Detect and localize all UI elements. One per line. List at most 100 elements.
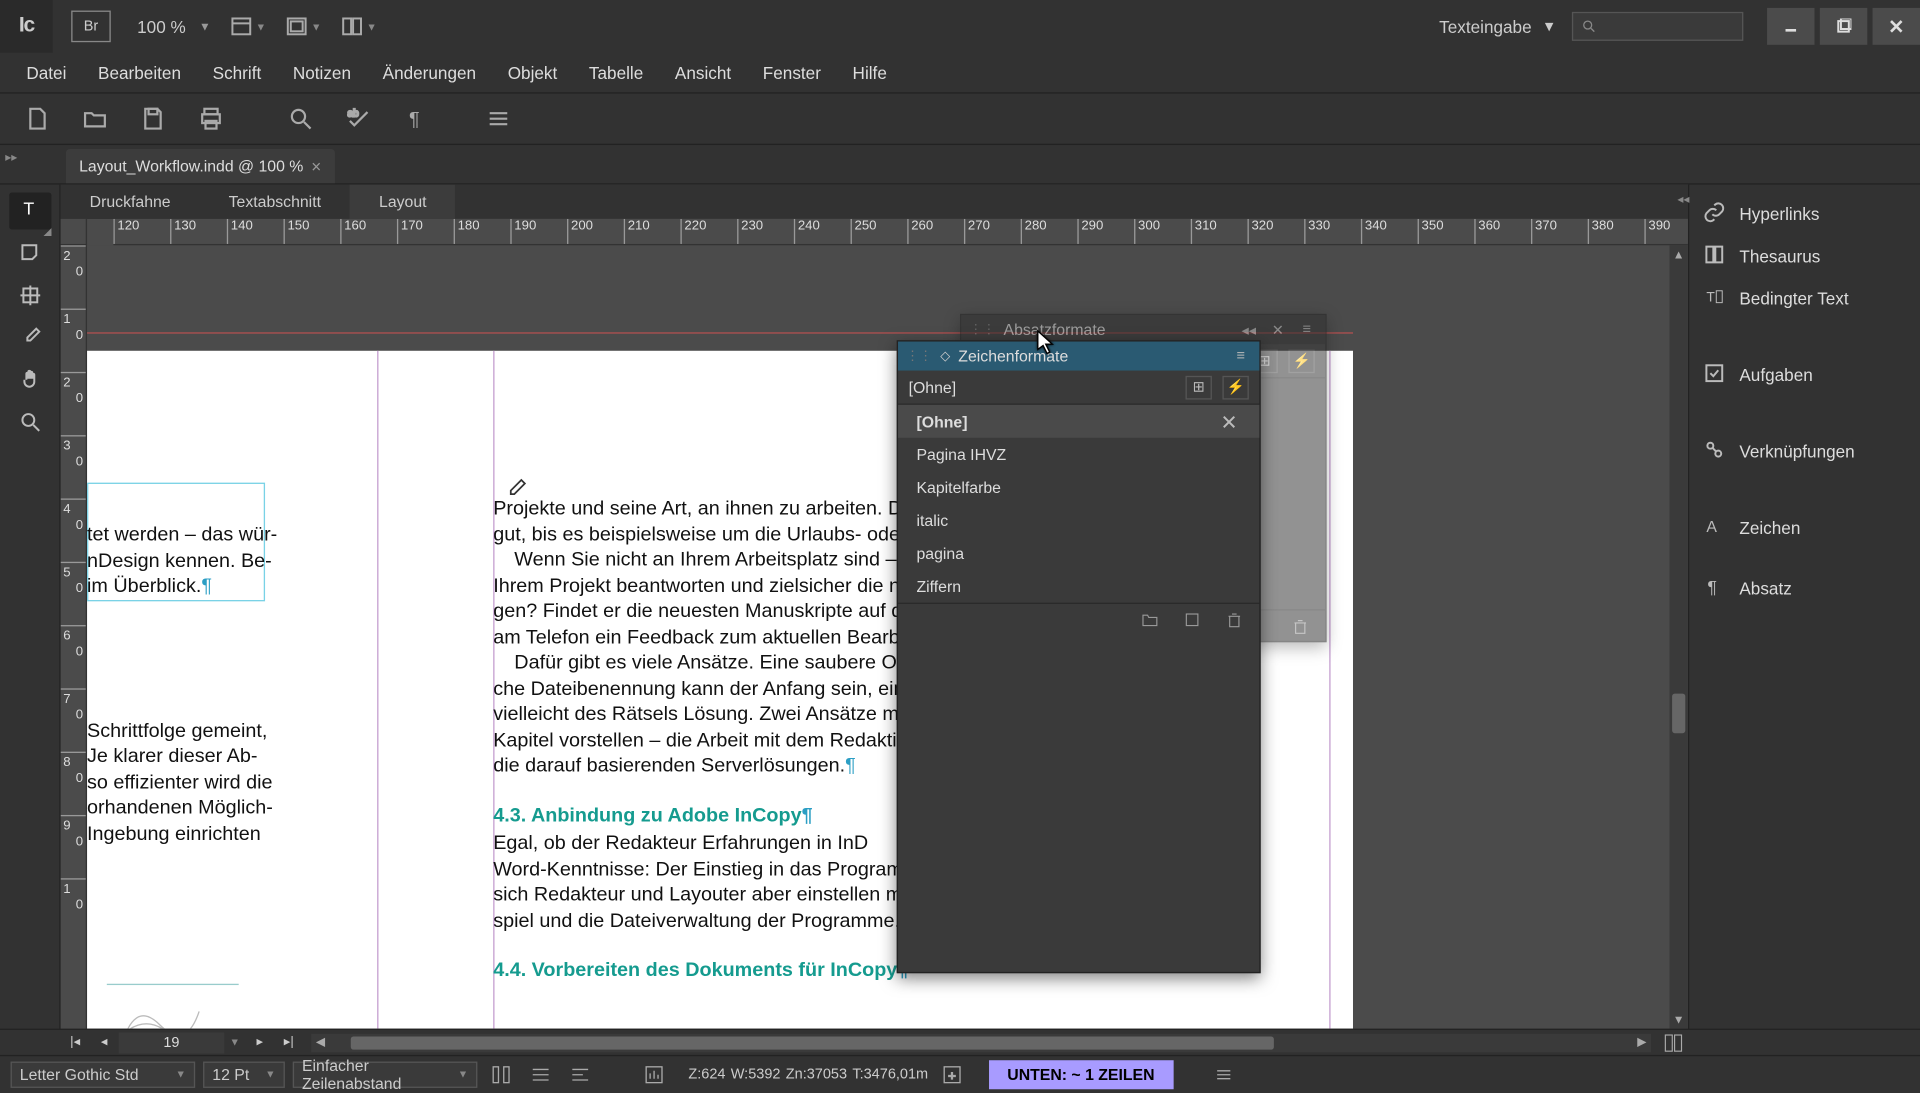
style-row[interactable]: Ziffern: [898, 570, 1259, 603]
dock-verknüpfungen[interactable]: Verknüpfungen: [1689, 430, 1920, 472]
style-row[interactable]: [Ohne]: [898, 405, 1259, 438]
open-button[interactable]: [79, 103, 111, 135]
view-mode-button-1[interactable]: ▼: [229, 11, 266, 43]
style-row[interactable]: pagina: [898, 537, 1259, 570]
zoom-tool[interactable]: [9, 404, 51, 441]
first-page-button[interactable]: |◂: [61, 1031, 90, 1055]
expand-handle-icon[interactable]: ▸▸: [5, 150, 17, 165]
scrollbar-thumb[interactable]: [1672, 694, 1685, 734]
ruler-origin[interactable]: [61, 219, 87, 245]
quick-apply-icon[interactable]: ⚡: [1288, 349, 1314, 373]
spellcheck-button[interactable]: ab: [343, 103, 375, 135]
print-button[interactable]: [195, 103, 227, 135]
panel-menu-icon[interactable]: ≡: [1296, 319, 1317, 340]
page-number-field[interactable]: 19: [119, 1032, 224, 1053]
disclosure-icon[interactable]: ◇: [940, 349, 950, 364]
columns-icon[interactable]: [485, 1064, 517, 1085]
dock-zeichen[interactable]: AZeichen: [1689, 506, 1920, 548]
toolbar-menu-icon[interactable]: [483, 103, 515, 135]
collapse-icon[interactable]: ◂◂: [1238, 319, 1259, 340]
menu-fenster[interactable]: Fenster: [747, 53, 837, 93]
dock-aufgaben[interactable]: Aufgaben: [1689, 353, 1920, 395]
view-tab-textabschnitt[interactable]: Textabschnitt: [200, 185, 350, 219]
status-menu-icon[interactable]: [1207, 1064, 1239, 1085]
zoom-level[interactable]: 100 % ▼: [137, 16, 211, 36]
quick-apply-icon[interactable]: ⚡: [1222, 375, 1248, 399]
line-spacing-field[interactable]: Einfacher Zeilenabstand▼: [293, 1061, 478, 1087]
align-icon[interactable]: [564, 1064, 596, 1085]
trash-icon[interactable]: [1288, 615, 1312, 636]
style-row[interactable]: Pagina IHVZ: [898, 438, 1259, 471]
note-tool[interactable]: [9, 235, 51, 272]
menu-änderungen[interactable]: Änderungen: [367, 53, 492, 93]
eyedropper-tool[interactable]: [9, 319, 51, 356]
style-row[interactable]: Kapitelfarbe: [898, 471, 1259, 504]
scrollbar-thumb[interactable]: [351, 1036, 1274, 1049]
trash-icon[interactable]: [1222, 609, 1246, 630]
dock-thesaurus[interactable]: Thesaurus: [1689, 235, 1920, 277]
horizontal-scrollbar[interactable]: ◀ ▶: [311, 1033, 1651, 1051]
view-tab-druckfahne[interactable]: Druckfahne: [61, 185, 200, 219]
font-size-field[interactable]: 12 Pt▼: [203, 1061, 285, 1087]
chevron-down-icon[interactable]: ▼: [224, 1036, 245, 1048]
split-view-icon[interactable]: [1659, 1033, 1688, 1051]
style-row[interactable]: italic: [898, 504, 1259, 537]
collapse-handle-icon[interactable]: ◂◂: [1677, 193, 1688, 211]
justify-icon[interactable]: [525, 1064, 557, 1085]
menu-tabelle[interactable]: Tabelle: [573, 53, 659, 93]
panel-menu-icon[interactable]: ≡: [1230, 345, 1251, 366]
bridge-icon[interactable]: Br: [71, 11, 111, 43]
dock-absatz[interactable]: ¶Absatz: [1689, 567, 1920, 609]
vertical-scrollbar[interactable]: ▲ ▼: [1669, 245, 1687, 1028]
menu-objekt[interactable]: Objekt: [492, 53, 573, 93]
close-icon[interactable]: ✕: [1267, 319, 1288, 340]
minimize-button[interactable]: [1767, 8, 1814, 45]
scroll-left-icon[interactable]: ◀: [311, 1033, 329, 1051]
find-button[interactable]: [285, 103, 317, 135]
maximize-button[interactable]: [1820, 8, 1867, 45]
menu-hilfe[interactable]: Hilfe: [837, 53, 903, 93]
close-button[interactable]: [1873, 8, 1920, 45]
document-tab[interactable]: Layout_Workflow.indd @ 100 % ×: [66, 149, 335, 183]
view-mode-button-2[interactable]: ▼: [285, 11, 322, 43]
overflow-icon[interactable]: +: [936, 1064, 968, 1085]
menu-datei[interactable]: Datei: [11, 53, 83, 93]
hand-tool[interactable]: [9, 361, 51, 398]
folder-icon[interactable]: [1138, 609, 1162, 630]
new-group-icon[interactable]: ⊞: [1186, 375, 1212, 399]
new-doc-button[interactable]: [21, 103, 53, 135]
search-field[interactable]: [1572, 12, 1743, 41]
view-mode-button-3[interactable]: ▼: [340, 11, 377, 43]
clear-icon[interactable]: [1217, 409, 1241, 433]
text-column-left[interactable]: tet werden – das wür- nDesign kennen. Be…: [87, 522, 364, 846]
menu-notizen[interactable]: Notizen: [277, 53, 367, 93]
dock-bedingter text[interactable]: TBedingter Text: [1689, 277, 1920, 319]
position-tool[interactable]: [9, 277, 51, 314]
scroll-right-icon[interactable]: ▶: [1633, 1033, 1651, 1051]
next-page-button[interactable]: ▸: [245, 1031, 274, 1055]
panel-header[interactable]: ⋮⋮ ◇ Zeichenformate ≡: [898, 342, 1259, 371]
type-tool[interactable]: T: [9, 193, 51, 230]
stats-icon[interactable]: [638, 1064, 670, 1085]
menu-schrift[interactable]: Schrift: [197, 53, 277, 93]
vertical-ruler[interactable]: 2010203040506070809010: [61, 245, 87, 1028]
scroll-down-icon[interactable]: ▼: [1669, 1010, 1687, 1028]
menu-bearbeiten[interactable]: Bearbeiten: [82, 53, 197, 93]
prev-page-button[interactable]: ◂: [90, 1031, 119, 1055]
show-hidden-button[interactable]: ¶: [401, 103, 433, 135]
save-button[interactable]: [137, 103, 169, 135]
search-icon: [1581, 18, 1597, 34]
workspace-switcher[interactable]: Texteingabe ▾: [1421, 16, 1572, 37]
new-style-icon[interactable]: [1180, 609, 1204, 630]
style-list[interactable]: [Ohne]Pagina IHVZKapitelfarbeitalicpagin…: [898, 405, 1259, 603]
character-styles-panel[interactable]: ⋮⋮ ◇ Zeichenformate ≡ [Ohne] ⊞ ⚡ [Ohne]P…: [897, 340, 1261, 973]
horizontal-ruler[interactable]: 1201301401501601701801902002102202302402…: [113, 219, 1688, 245]
view-tab-layout[interactable]: Layout: [350, 185, 456, 219]
menu-ansicht[interactable]: Ansicht: [659, 53, 747, 93]
canvas[interactable]: tet werden – das wür- nDesign kennen. Be…: [87, 245, 1669, 1028]
scroll-up-icon[interactable]: ▲: [1669, 245, 1687, 263]
last-page-button[interactable]: ▸|: [274, 1031, 303, 1055]
dock-hyperlinks[interactable]: Hyperlinks: [1689, 193, 1920, 235]
close-icon[interactable]: ×: [311, 156, 321, 176]
font-family-field[interactable]: Letter Gothic Std▼: [11, 1061, 196, 1087]
